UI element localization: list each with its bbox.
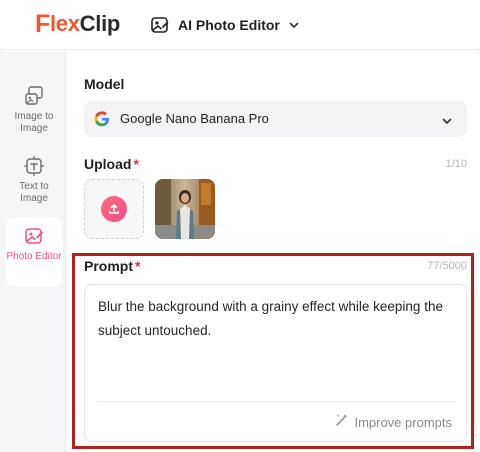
sidebar-item-label: Image to Image: [14, 111, 54, 134]
sidebar-item-image-to-image[interactable]: Image to Image: [6, 77, 62, 147]
google-icon: [94, 111, 110, 132]
chevron-down-icon: [288, 19, 300, 31]
text-to-image-icon: [23, 155, 45, 177]
left-sidebar: Image to Image Text to Image Photo Edito…: [0, 51, 66, 452]
tool-switcher-label: AI Photo Editor: [178, 17, 280, 33]
top-header: Flex Clip AI Photo Editor: [0, 0, 480, 50]
photo-editor-icon: [23, 225, 45, 247]
chevron-down-icon: [441, 114, 453, 132]
uploaded-image-thumbnail[interactable]: [155, 179, 215, 239]
photo-edit-icon: [150, 15, 170, 35]
model-label: Model: [84, 76, 125, 92]
model-select-value: Google Nano Banana Pro: [120, 111, 269, 126]
upload-icon: [101, 196, 127, 222]
required-mark: *: [133, 156, 139, 172]
sidebar-item-label: Photo Editor: [6, 251, 62, 262]
model-select[interactable]: Google Nano Banana Pro: [84, 101, 467, 137]
upload-button[interactable]: [84, 179, 144, 239]
sidebar-item-text-to-image[interactable]: Text to Image: [6, 147, 62, 217]
image-to-image-icon: [23, 85, 45, 107]
flexclip-logo[interactable]: Flex Clip: [35, 10, 120, 38]
upload-count: 1/10: [445, 158, 467, 170]
prompt-highlight-box: [72, 253, 474, 449]
sidebar-item-label: Text to Image: [19, 181, 49, 204]
sidebar-item-photo-editor[interactable]: Photo Editor: [6, 217, 62, 287]
upload-label: Upload *: [84, 156, 139, 172]
tool-switcher[interactable]: AI Photo Editor: [150, 12, 300, 38]
